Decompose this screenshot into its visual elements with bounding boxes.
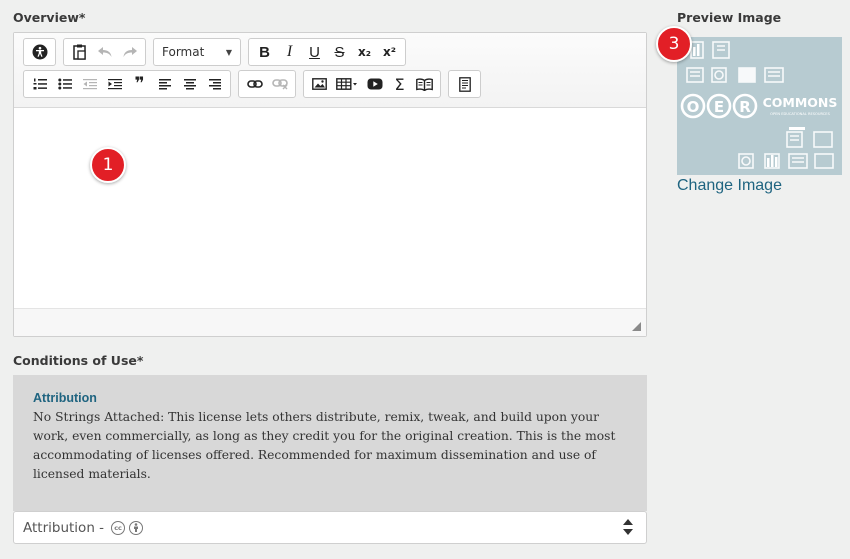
outdent-icon[interactable] bbox=[77, 72, 102, 96]
book-icon[interactable] bbox=[412, 72, 437, 96]
logo-word: COMMONS bbox=[763, 95, 838, 110]
align-left-icon[interactable] bbox=[152, 72, 177, 96]
superscript-icon[interactable]: x² bbox=[377, 40, 402, 64]
format-dropdown[interactable]: Format ▼ bbox=[153, 38, 241, 66]
numbered-list-icon[interactable] bbox=[27, 72, 52, 96]
table-icon[interactable] bbox=[332, 72, 362, 96]
preview-image: O E R COMMONS OPEN EDUCATIONAL RESOURCES bbox=[677, 37, 842, 175]
underline-icon[interactable]: U bbox=[302, 40, 327, 64]
resize-handle-icon[interactable] bbox=[632, 322, 641, 331]
cc-icon: cc bbox=[111, 520, 126, 535]
oer-commons-logo: O E R COMMONS OPEN EDUCATIONAL RESOURCES bbox=[680, 41, 838, 169]
unlink-icon[interactable] bbox=[267, 72, 292, 96]
align-right-icon[interactable] bbox=[202, 72, 227, 96]
toolbar-row-2: ❞ Σ bbox=[23, 70, 646, 98]
subscript-icon[interactable]: x₂ bbox=[352, 40, 377, 64]
editor-text-area[interactable] bbox=[14, 108, 646, 308]
logo-letter-r: R bbox=[739, 98, 751, 116]
accessibility-icon[interactable] bbox=[27, 40, 52, 64]
license-select[interactable]: Attribution - cc bbox=[13, 511, 647, 544]
callout-badge-1: 1 bbox=[90, 147, 126, 183]
conditions-label: Conditions of Use* bbox=[13, 353, 144, 368]
license-select-value: Attribution - bbox=[23, 519, 105, 536]
toolbar-row-1: Format ▼ B I U S x₂ x² bbox=[23, 38, 646, 66]
blockquote-icon[interactable]: ❞ bbox=[127, 72, 152, 96]
bold-icon[interactable]: B bbox=[252, 40, 277, 64]
overview-label: Overview* bbox=[13, 10, 86, 25]
paste-icon[interactable] bbox=[67, 40, 92, 64]
overview-editor: Format ▼ B I U S x₂ x² ❞ Σ bbox=[13, 32, 647, 337]
attribution-person-icon bbox=[129, 520, 144, 535]
image-icon[interactable] bbox=[307, 72, 332, 96]
logo-tagline: OPEN EDUCATIONAL RESOURCES bbox=[770, 112, 830, 116]
italic-icon[interactable]: I bbox=[277, 40, 302, 64]
logo-letter-e: E bbox=[714, 98, 724, 116]
chevron-down-icon: ▼ bbox=[225, 47, 232, 57]
license-description: Attribution No Strings Attached: This li… bbox=[13, 375, 647, 511]
youtube-icon[interactable] bbox=[362, 72, 387, 96]
bulleted-list-icon[interactable] bbox=[52, 72, 77, 96]
format-label: Format bbox=[162, 45, 205, 59]
undo-icon[interactable] bbox=[92, 40, 117, 64]
logo-letter-o: O bbox=[687, 98, 700, 116]
change-image-link[interactable]: Change Image bbox=[677, 177, 782, 195]
align-center-icon[interactable] bbox=[177, 72, 202, 96]
redo-icon[interactable] bbox=[117, 40, 142, 64]
license-title: Attribution bbox=[33, 391, 97, 405]
link-icon[interactable] bbox=[242, 72, 267, 96]
sigma-icon[interactable]: Σ bbox=[387, 72, 412, 96]
editor-status-bar bbox=[14, 308, 646, 336]
select-arrows-icon bbox=[623, 519, 633, 535]
strikethrough-icon[interactable]: S bbox=[327, 40, 352, 64]
preview-image-label: Preview Image bbox=[677, 10, 782, 25]
indent-icon[interactable] bbox=[102, 72, 127, 96]
callout-badge-3: 3 bbox=[656, 26, 692, 62]
license-text: No Strings Attached: This license lets o… bbox=[33, 410, 616, 481]
editor-toolbar: Format ▼ B I U S x₂ x² ❞ Σ bbox=[14, 33, 646, 108]
source-icon[interactable] bbox=[452, 72, 477, 96]
